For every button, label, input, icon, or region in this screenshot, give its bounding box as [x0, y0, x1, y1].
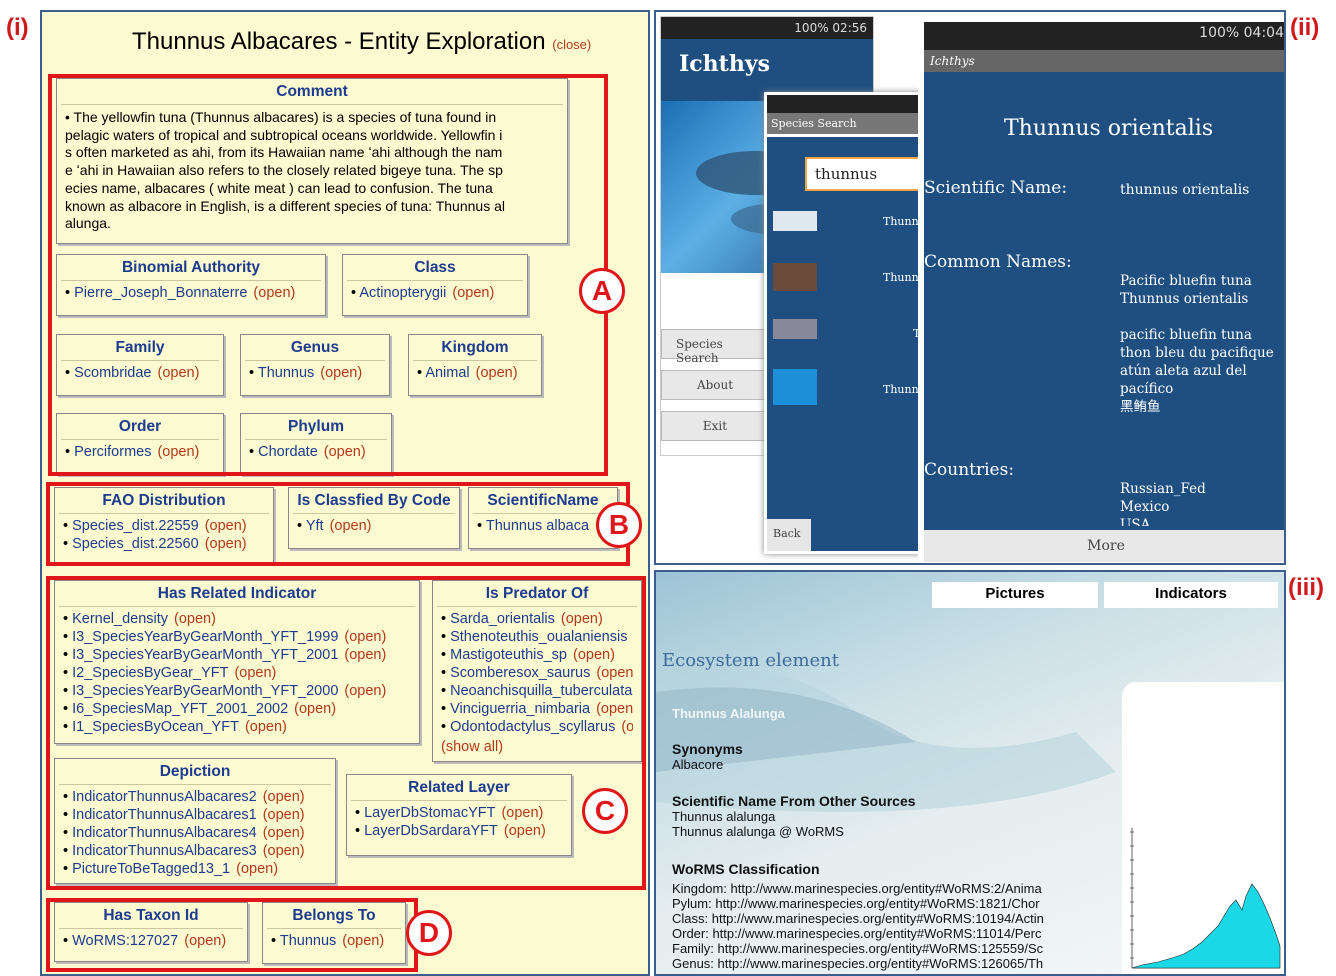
country: Russian_Fed — [1120, 481, 1206, 497]
group-a-outline — [48, 74, 608, 476]
search-input[interactable]: thunnus — [805, 157, 925, 191]
back-button[interactable]: Back — [767, 519, 811, 551]
result-thumbnail — [773, 319, 817, 339]
app-title: Ichthys — [679, 51, 771, 77]
common-name: atún aleta azul del — [1120, 363, 1247, 379]
worms-link[interactable]: Order: http://www.marinespecies.org/enti… — [672, 926, 1122, 941]
title-text: Thunnus Albacares - Entity Exploration — [132, 28, 546, 55]
status-bar: 100% 04:04 — [924, 22, 1284, 50]
app-bar: Ichthys — [924, 50, 1284, 72]
worms-classification: WoRMS Classification Kingdom: http://www… — [672, 862, 1122, 971]
common-name: 黑鲔鱼 — [1120, 399, 1161, 415]
search-body: thunnus Thunn Thunn T Thunn Back — [767, 137, 925, 551]
worms-label: WoRMS Classification — [672, 862, 820, 877]
common-names-label: Common Names: — [924, 252, 1072, 272]
other-sources: Scientific Name From Other Sources Thunn… — [672, 793, 916, 840]
worms-link[interactable]: Genus: http://www.marinespecies.org/enti… — [672, 956, 1122, 971]
synonym: Albacore — [672, 757, 724, 772]
label-ii: (ii) — [1290, 14, 1320, 41]
result-thumbnail — [773, 211, 817, 231]
page-title: Thunnus Albacares - Entity Exploration (… — [132, 28, 591, 56]
species-name: Thunnus Alalunga — [672, 706, 785, 721]
result-label[interactable]: Thunn — [883, 271, 919, 284]
ecosystem-element-panel: Pictures Indicators Ecosystem element Th… — [654, 570, 1286, 976]
phone-detail-screen: 100% 04:04 Ichthys Thunnus orientalis Sc… — [918, 22, 1284, 562]
chart-area — [1131, 883, 1281, 969]
result-label[interactable]: Thunn — [883, 215, 919, 228]
phone-search-screen: Species Search thunnus Thunn Thunn T Thu… — [764, 92, 925, 554]
species-search-button[interactable]: Species Search — [661, 329, 769, 365]
label-i: (i) — [6, 14, 29, 41]
species-details: Synonyms Albacore — [672, 741, 743, 773]
other-source: Thunnus alalunga — [672, 809, 776, 824]
common-names-list: Pacific bluefin tuna Thunnus orientalis … — [1120, 272, 1274, 416]
synonyms-label: Synonyms — [672, 741, 743, 757]
label-iii: (iii) — [1288, 574, 1324, 601]
country: USA — [1120, 517, 1151, 526]
result-thumbnail — [773, 263, 817, 291]
group-c-marker: C — [582, 788, 628, 834]
close-link[interactable]: (close) — [552, 37, 591, 52]
mobile-app-panel: 100% 02:56 Ichthys Species Search About … — [654, 10, 1286, 565]
status-bar: 100% 02:56 — [661, 17, 873, 39]
entity-exploration-panel: Thunnus Albacares - Entity Exploration (… — [40, 10, 650, 976]
common-name: Thunnus orientalis — [1120, 291, 1249, 307]
country: Mexico — [1120, 499, 1170, 515]
common-name: Pacific bluefin tuna — [1120, 273, 1252, 289]
group-d-outline — [46, 898, 418, 972]
group-c-outline — [46, 576, 646, 890]
other-source: Thunnus alalunga @ WoRMS — [672, 824, 844, 839]
group-a-marker: A — [579, 268, 625, 314]
more-button[interactable]: More — [924, 530, 1284, 562]
common-name: pacífico — [1120, 381, 1174, 397]
search-title-bar: Species Search — [767, 113, 921, 134]
scientific-name-label: Scientific Name: — [924, 178, 1068, 198]
worms-link[interactable]: Family: http://www.marinespecies.org/ent… — [672, 941, 1122, 956]
scientific-name-value: thunnus orientalis — [1120, 182, 1250, 198]
worms-link[interactable]: Class: http://www.marinespecies.org/enti… — [672, 911, 1122, 926]
result-thumbnail — [773, 369, 817, 405]
species-detail: Thunnus orientalis Scientific Name: thun… — [924, 72, 1284, 530]
species-title: Thunnus orientalis — [1004, 116, 1214, 141]
status-bar — [767, 95, 921, 113]
countries-label: Countries: — [924, 460, 1015, 480]
common-name: pacific bluefin tuna — [1120, 327, 1252, 343]
tab-pictures[interactable]: Pictures — [932, 582, 1098, 608]
other-sources-label: Scientific Name From Other Sources — [672, 793, 916, 809]
group-b-outline — [46, 482, 630, 566]
common-name-spacer — [1120, 308, 1274, 326]
ecosystem-heading: Ecosystem element — [662, 650, 839, 671]
worms-link[interactable]: Pylum: http://www.marinespecies.org/enti… — [672, 896, 1122, 911]
countries-list: Russian_Fed Mexico USA — [1120, 480, 1206, 526]
indicator-chart — [1130, 828, 1281, 969]
worms-link[interactable]: Kingdom: http://www.marinespecies.org/en… — [672, 881, 1122, 896]
group-d-marker: D — [406, 910, 452, 956]
common-name: thon bleu du pacifique — [1120, 345, 1274, 361]
group-b-marker: B — [596, 502, 642, 548]
exit-button[interactable]: Exit — [661, 411, 769, 441]
tab-indicators[interactable]: Indicators — [1104, 582, 1278, 608]
result-label[interactable]: Thunn — [883, 383, 919, 396]
about-button[interactable]: About — [661, 370, 769, 400]
